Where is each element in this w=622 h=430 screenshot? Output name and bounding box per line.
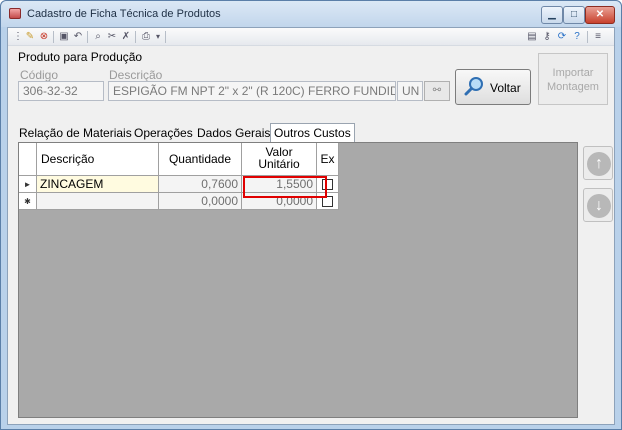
grid-header-row: Descrição Quantidade Valor Unitário Ex [19,143,339,176]
cell-quantidade[interactable]: 0,7600 [159,176,242,193]
description-field[interactable]: ESPIGÃO FM NPT 2" x 2" (R 120C) FERRO FU… [108,81,396,101]
toolbar-separator [165,31,166,43]
toolbar-separator [53,31,54,43]
edit-icon[interactable]: ✎ [24,31,36,43]
key-icon[interactable]: ⚷ [541,31,553,43]
up-arrow-icon: ↑ [587,152,611,176]
toolbar-separator [135,31,136,43]
tab-dados-gerais[interactable]: Dados Gerais [194,126,273,142]
app-icon [9,8,21,19]
find-icon[interactable]: ⌕ [92,31,104,43]
tab-relacao-de-materiais[interactable]: Relação de Materiais [16,126,135,142]
minimize-button[interactable]: ▁ [541,6,563,24]
grip-icon: ⋮ [13,31,23,42]
toolbar-separator [587,31,588,43]
search-icon: ⚯ [432,85,442,96]
move-up-button[interactable]: ↑ [583,146,613,180]
voltar-button[interactable]: Voltar [455,69,531,105]
header-indicator-cell [19,143,37,176]
table-row[interactable]: ► ZINCAGEM 0,7600 1,5500 [19,176,339,193]
importar-label-line2: Montagem [547,81,599,93]
importar-montagem-button[interactable]: Importar Montagem [538,53,608,105]
unit-search-button[interactable]: ⚯ [424,81,450,101]
toolbar: ⋮ ✎ ⊗ ▣ ↶ ⌕ ✂ ✗ ⎙ ▾ ▤ ⚷ ⟳ ? ≡ [8,28,614,46]
menu-icon[interactable]: ≡ [592,31,604,43]
unit-field[interactable]: UN [397,81,423,101]
header-quantidade[interactable]: Quantidade [159,143,242,176]
ex-checkbox[interactable] [322,179,333,190]
header-valor-unitario[interactable]: Valor Unitário [242,143,317,176]
table-row-new[interactable]: ✱ 0,0000 0,0000 [19,193,339,210]
cell-valor-unitario[interactable]: 0,0000 [242,193,317,210]
code-field[interactable]: 306-32-32 [18,81,104,101]
title-bar[interactable]: Cadastro de Ficha Técnica de Produtos ▁ … [1,1,621,27]
refresh-icon[interactable]: ⟳ [556,31,568,43]
voltar-label: Voltar [490,81,521,95]
costs-grid[interactable]: Descrição Quantidade Valor Unitário Ex ►… [18,142,578,418]
cell-ex[interactable] [317,176,339,193]
down-arrow-icon: ↓ [587,194,611,218]
help-icon[interactable]: ? [571,31,583,43]
code-label: Código [20,68,59,82]
row-indicator: ✱ [19,193,37,210]
header-descricao[interactable]: Descrição [37,143,159,176]
print-icon[interactable]: ⎙ [140,31,152,43]
importar-label-line1: Importar [552,67,594,79]
row-indicator: ► [19,176,37,193]
cell-descricao[interactable] [37,193,159,210]
cell-valor-unitario[interactable]: 1,5500 [242,176,317,193]
cell-descricao[interactable]: ZINCAGEM [37,176,159,193]
ex-checkbox[interactable] [322,196,333,207]
delete-icon[interactable]: ✗ [120,31,132,43]
cut-icon[interactable]: ✂ [106,31,118,43]
toolbar-separator [87,31,88,43]
description-label: Descrição [109,68,163,82]
close-button[interactable]: ✕ [585,6,615,24]
save-icon[interactable]: ▣ [58,31,70,43]
calculator-icon[interactable]: ▤ [526,31,538,43]
cell-ex[interactable] [317,193,339,210]
maximize-button[interactable]: □ [563,6,585,24]
tab-outros-custos[interactable]: Outros Custos [270,123,355,142]
client-area: ⋮ ✎ ⊗ ▣ ↶ ⌕ ✂ ✗ ⎙ ▾ ▤ ⚷ ⟳ ? ≡ Produto pa… [7,27,615,425]
cancel-icon[interactable]: ⊗ [38,31,50,43]
chevron-down-icon[interactable]: ▾ [152,31,164,43]
main-window: Cadastro de Ficha Técnica de Produtos ▁ … [0,0,622,430]
move-down-button[interactable]: ↓ [583,188,613,222]
cell-quantidade[interactable]: 0,0000 [159,193,242,210]
header-ex[interactable]: Ex [317,143,339,176]
window-title: Cadastro de Ficha Técnica de Produtos [27,8,221,20]
product-group-label: Produto para Produção [18,50,143,64]
undo-icon[interactable]: ↶ [72,31,84,43]
magnifier-icon [464,77,483,96]
tab-operacoes[interactable]: Operações [131,126,196,142]
